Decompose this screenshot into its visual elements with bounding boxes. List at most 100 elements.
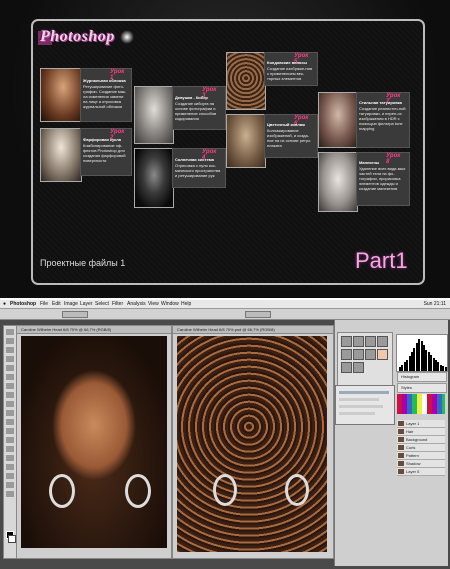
left-earring [49,474,75,508]
layer-thumbnail [398,469,404,474]
document-1-tab[interactable]: Caroline Wilhelm Head 6/8 70% @ 66,7% (R… [17,326,171,334]
styles-label-row[interactable]: Styles [397,383,447,393]
document-2-tab[interactable]: Caroline Wilhelm Head 6/8 70%.psd @ 66,7… [173,326,333,334]
menu-analysis[interactable]: Analysis [127,301,146,307]
document-window-2[interactable]: Caroline Wilhelm Head 6/8 70%.psd @ 66,7… [172,325,334,559]
histogram-label-row[interactable]: Histogram [397,372,447,382]
layer-row[interactable]: Background [397,436,445,444]
preset-1[interactable] [341,336,352,347]
styles-swatches[interactable] [397,394,445,414]
right-earring-2 [285,474,309,506]
portrait-image-original[interactable] [21,336,167,548]
dodge-tool[interactable] [6,437,14,443]
layer-row[interactable]: Pattern [397,452,445,460]
layer-name: Layer 1 [406,421,420,426]
lesson-8-description: Удаление всех види-мых частей тела на фо… [359,166,406,191]
menu-help[interactable]: Help [181,301,191,307]
brush-tool[interactable] [6,392,14,398]
layer-name: Background [406,437,428,442]
portrait-image-curls[interactable] [177,336,327,552]
lesson-4-thumbnail[interactable] [134,148,174,208]
path-selection-tool[interactable] [6,464,14,470]
lesson-8-number: Урок 8 [386,153,401,165]
preset-3[interactable] [365,336,376,347]
layer-row[interactable]: Curls [397,444,445,452]
preset-2[interactable] [353,336,364,347]
toolbox [3,325,17,559]
pen-tool[interactable] [6,446,14,452]
dialog-row [339,405,383,408]
lesson-1-description: Ретуширование фото-графии. Создание мак-… [83,84,127,109]
lesson-2-thumbnail[interactable] [40,128,82,182]
eraser-tool[interactable] [6,419,14,425]
background-color-swatch[interactable] [8,535,16,543]
workspace-switcher[interactable] [245,311,271,318]
marquee-tool[interactable] [6,338,14,344]
project-files-link[interactable]: Проектные файлы 1 [40,258,125,268]
styles-label: Styles [401,385,412,390]
layer-thumbnail [398,461,404,466]
layer-name: Curls [406,445,416,450]
hand-tool[interactable] [6,482,14,488]
magic-wand-tool[interactable] [6,356,14,362]
move-tool[interactable] [6,329,14,335]
lesson-2-title: Фарфоровая кукла [83,137,121,142]
menu-view[interactable]: View [148,301,159,307]
preset-4[interactable] [377,336,388,347]
lesson-3-thumbnail[interactable] [134,86,174,144]
preset-5[interactable] [341,349,352,360]
preset-9[interactable] [341,362,352,373]
layer-thumbnail [398,453,404,458]
type-tool[interactable] [6,455,14,461]
lesson-5-title: Колдовские волосы [267,60,307,65]
lesson-1-title: Журнальная обложка [83,78,126,83]
shape-tool[interactable] [6,473,14,479]
clock: Sun 21:11 [423,301,446,307]
preset-8[interactable] [377,349,388,360]
menu-file[interactable]: File [40,301,48,307]
apple-icon[interactable]: ● [3,301,6,307]
clone-stamp-tool[interactable] [6,401,14,407]
preset-6[interactable] [353,349,364,360]
menu-image[interactable]: Image [64,301,78,307]
lesson-4-title: Солнечная система [175,157,214,162]
menu-window[interactable]: Window [161,301,179,307]
healing-brush-tool[interactable] [6,383,14,389]
lesson-8-thumbnail[interactable] [318,152,358,212]
menu-layer[interactable]: Layer [80,301,93,307]
layer-row[interactable]: Layer 5 [397,468,445,476]
layer-style-dialog[interactable] [335,385,395,425]
crop-tool[interactable] [6,365,14,371]
histogram-label: Histogram [401,374,420,379]
preset-7[interactable] [365,349,376,360]
history-brush-tool[interactable] [6,410,14,416]
dialog-row [339,412,375,415]
eyedropper-tool[interactable] [6,374,14,380]
lesson-1-thumbnail[interactable] [40,68,82,122]
layer-name: Hair [406,429,414,434]
logo-glow [120,30,134,44]
layer-thumbnail [398,445,404,450]
gradient-tool[interactable] [6,428,14,434]
preset-10[interactable] [353,362,364,373]
lesson-5-thumbnail[interactable] [226,52,266,110]
right-earring [125,474,151,508]
lasso-tool[interactable] [6,347,14,353]
menu-filter[interactable]: Filter [112,301,123,307]
zoom-tool[interactable] [6,491,14,497]
layer-row[interactable]: Hair [397,428,445,436]
document-window-1[interactable]: Caroline Wilhelm Head 6/8 70% @ 66,7% (R… [16,325,172,559]
layer-row[interactable]: Layer 1 [397,420,445,428]
logo-text: Photoshop [40,28,115,45]
layer-thumbnail [398,437,404,442]
layer-name: Pattern [406,453,419,458]
refine-edge-button[interactable] [62,311,88,318]
photoshop-window: ● Photoshop File Edit Image Layer Select… [0,300,450,569]
lesson-3-description: Создание киборга на основе фотографии и … [175,101,217,121]
lesson-6-thumbnail[interactable] [226,114,266,168]
menu-photoshop[interactable]: Photoshop [10,301,36,307]
lesson-7-thumbnail[interactable] [318,92,358,148]
menu-select[interactable]: Select [95,301,109,307]
menu-edit[interactable]: Edit [52,301,61,307]
layer-row[interactable]: Shadow [397,460,445,468]
